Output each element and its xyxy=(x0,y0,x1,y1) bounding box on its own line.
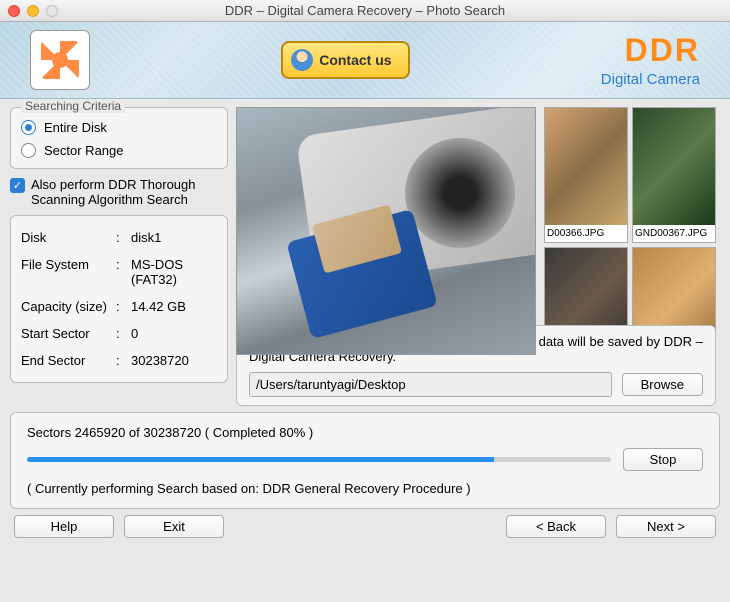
thorough-checkbox[interactable]: ✓ Also perform DDR Thorough Scanning Alg… xyxy=(10,175,228,209)
progress-sectors: Sectors 2465920 of 30238720 ( Completed … xyxy=(27,425,703,440)
thumb-filename: GND00367.JPG xyxy=(633,225,715,242)
info-label: Disk xyxy=(21,230,116,245)
window-title: DDR – Digital Camera Recovery – Photo Se… xyxy=(0,3,730,18)
radio-entire-disk[interactable]: Entire Disk xyxy=(21,120,217,135)
preview-image xyxy=(236,107,536,355)
info-label: Start Sector xyxy=(21,326,116,341)
info-value: 0 xyxy=(131,326,217,341)
app-logo[interactable] xyxy=(30,30,90,90)
radio-label: Sector Range xyxy=(44,143,124,158)
progress-status: ( Currently performing Search based on: … xyxy=(27,481,703,496)
checkbox-icon: ✓ xyxy=(10,178,25,193)
radio-icon xyxy=(21,143,36,158)
destination-input[interactable] xyxy=(249,372,612,397)
thumbnail[interactable]: D00366.JPG xyxy=(544,107,628,243)
footer: Help Exit < Back Next > xyxy=(10,515,720,538)
info-label: File System xyxy=(21,257,116,287)
info-value: MS-DOS (FAT32) xyxy=(131,257,217,287)
logo-icon xyxy=(41,41,79,79)
progress-bar xyxy=(27,457,611,462)
brand-subtitle: Digital Camera xyxy=(601,71,700,88)
info-value: 30238720 xyxy=(131,353,217,368)
contact-label: Contact us xyxy=(319,52,391,68)
stop-button[interactable]: Stop xyxy=(623,448,703,471)
brand: DDR Digital Camera xyxy=(601,32,700,88)
progress-group: Sectors 2465920 of 30238720 ( Completed … xyxy=(10,412,720,509)
thumb-filename: D00366.JPG xyxy=(545,225,627,242)
titlebar: DDR – Digital Camera Recovery – Photo Se… xyxy=(0,0,730,22)
disk-info: Disk:disk1 File System:MS-DOS (FAT32) Ca… xyxy=(10,215,228,383)
checkbox-label: Also perform DDR Thorough Scanning Algor… xyxy=(31,177,228,207)
thumb-image xyxy=(633,108,715,225)
exit-button[interactable]: Exit xyxy=(124,515,224,538)
radio-sector-range[interactable]: Sector Range xyxy=(21,143,217,158)
radio-label: Entire Disk xyxy=(44,120,107,135)
zoom-icon xyxy=(46,5,58,17)
browse-button[interactable]: Browse xyxy=(622,373,703,396)
back-button[interactable]: < Back xyxy=(506,515,606,538)
banner: Contact us DDR Digital Camera xyxy=(0,22,730,99)
minimize-icon[interactable] xyxy=(27,5,39,17)
info-value: 14.42 GB xyxy=(131,299,217,314)
info-label: End Sector xyxy=(21,353,116,368)
brand-title: DDR xyxy=(601,32,700,69)
progress-fill xyxy=(27,457,494,462)
close-icon[interactable] xyxy=(8,5,20,17)
person-icon xyxy=(291,49,313,71)
next-button[interactable]: Next > xyxy=(616,515,716,538)
thumb-image xyxy=(545,108,627,225)
radio-icon xyxy=(21,120,36,135)
contact-button[interactable]: Contact us xyxy=(281,41,409,79)
criteria-title: Searching Criteria xyxy=(21,99,125,113)
info-label: Capacity (size) xyxy=(21,299,116,314)
info-value: disk1 xyxy=(131,230,217,245)
thumbnail[interactable]: GND00367.JPG xyxy=(632,107,716,243)
help-button[interactable]: Help xyxy=(14,515,114,538)
criteria-group: Searching Criteria Entire Disk Sector Ra… xyxy=(10,107,228,169)
